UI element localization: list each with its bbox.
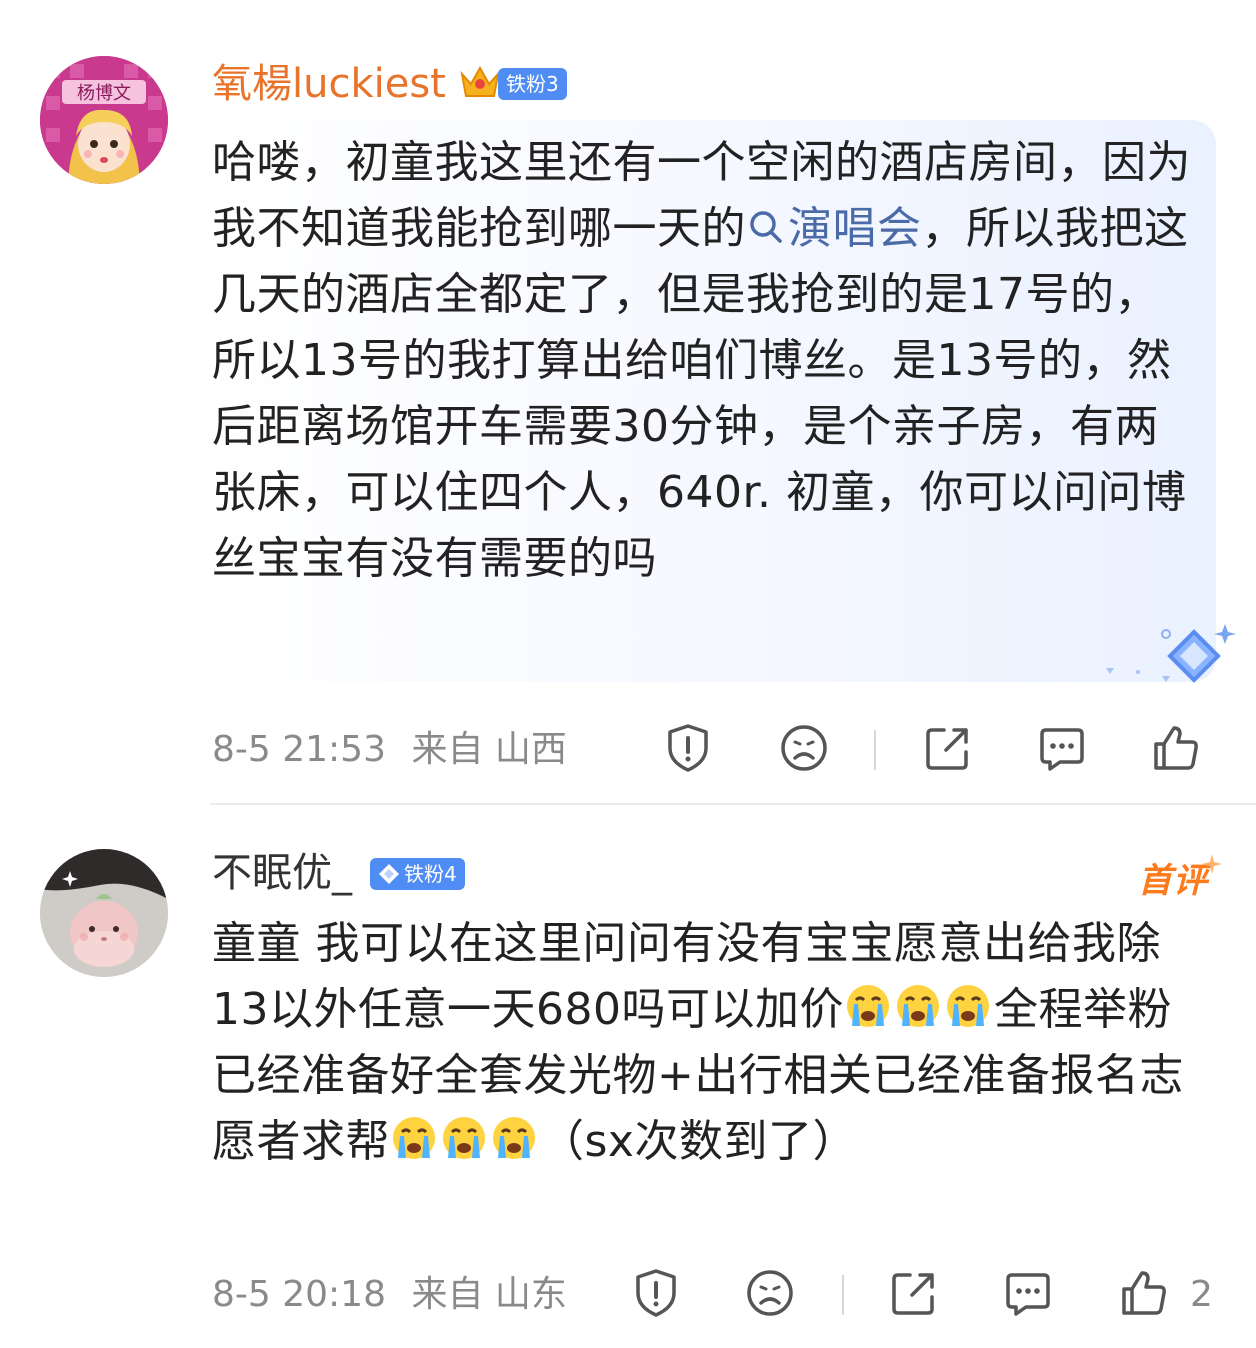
comment-item: 不眠优_ 铁粉4 首评 童童 我可以在这里问问有没有宝宝愿意出给我除13以外任意…: [0, 805, 1256, 1348]
comment-time: 8-5 20:18: [212, 1274, 386, 1315]
sparkle-icon: [1202, 843, 1222, 883]
crying-face-emoji: [846, 985, 889, 1027]
comment-text: 童童 我可以在这里问问有没有宝宝愿意出给我除13以外任意一天680吗可以加价 全程…: [212, 911, 1202, 1175]
diamond-decoration-icon: [1100, 620, 1240, 690]
reply-comment-icon[interactable]: [1002, 1267, 1054, 1319]
crying-face-emoji: [443, 1117, 485, 1159]
username[interactable]: 不眠优_: [212, 847, 352, 899]
first-comment-badge: 首评: [1138, 853, 1222, 902]
comment-text-part: （sx次数到了）: [540, 1116, 857, 1167]
report-icon[interactable]: [630, 1267, 682, 1319]
username[interactable]: 氧楊luckiest: [212, 58, 446, 110]
crying-face-emoji: [946, 985, 989, 1027]
crying-face-emoji: [896, 985, 939, 1027]
topic-label: 演唱会: [788, 203, 922, 254]
fan-level-badge[interactable]: 铁粉4: [370, 858, 465, 890]
action-separator: [874, 730, 876, 770]
report-icon[interactable]: [662, 722, 714, 774]
crying-face-emoji: [493, 1117, 535, 1159]
like-thumb-icon[interactable]: [1150, 722, 1202, 774]
comment-meta: 8-5 20:18 来自 山东: [212, 1271, 567, 1319]
avatar-text: 杨博文: [77, 83, 131, 104]
emoji-group: [844, 984, 994, 1035]
comment-time: 8-5 21:53: [212, 729, 386, 770]
comment-location: 来自 山东: [411, 1274, 567, 1315]
avatar[interactable]: 杨博文: [40, 56, 168, 184]
action-separator: [842, 1275, 844, 1315]
like-thumb-icon[interactable]: [1118, 1267, 1170, 1319]
like-count: 2: [1190, 1274, 1213, 1315]
crown-icon: [458, 62, 502, 102]
comment-text: 哈喽，初童我这里还有一个空闲的酒店房间，因为我不知道我能抢到哪一天的 演唱会，所以…: [212, 130, 1202, 592]
comment-location: 来自 山西: [411, 729, 567, 770]
share-icon[interactable]: [922, 722, 974, 774]
fan-level-badge[interactable]: 铁粉3: [498, 68, 567, 100]
badge-label: 铁粉3: [506, 72, 559, 96]
comment-item: 杨博文 氧楊luckiest 铁粉3 哈喽，初童我这里还有一个空闲的酒店房间，因…: [0, 0, 1256, 805]
crying-face-emoji: [393, 1117, 435, 1159]
badge-label: 铁粉4: [404, 862, 457, 886]
comment-text-part: ，所以我把这几天的酒店全都定了，但是我抢到的是17号的，所以13号的我打算出给咱…: [212, 203, 1189, 584]
topic-link[interactable]: 演唱会: [746, 203, 922, 254]
reply-comment-icon[interactable]: [1036, 722, 1088, 774]
emoji-group: [390, 1116, 540, 1167]
dislike-face-icon[interactable]: [778, 722, 830, 774]
avatar[interactable]: [40, 849, 168, 977]
dislike-face-icon[interactable]: [744, 1267, 796, 1319]
search-icon: [750, 211, 782, 243]
comment-meta: 8-5 21:53 来自 山西: [212, 726, 567, 774]
first-comment-label: 首评: [1138, 861, 1208, 901]
share-icon[interactable]: [888, 1267, 940, 1319]
diamond-icon: [379, 864, 399, 884]
